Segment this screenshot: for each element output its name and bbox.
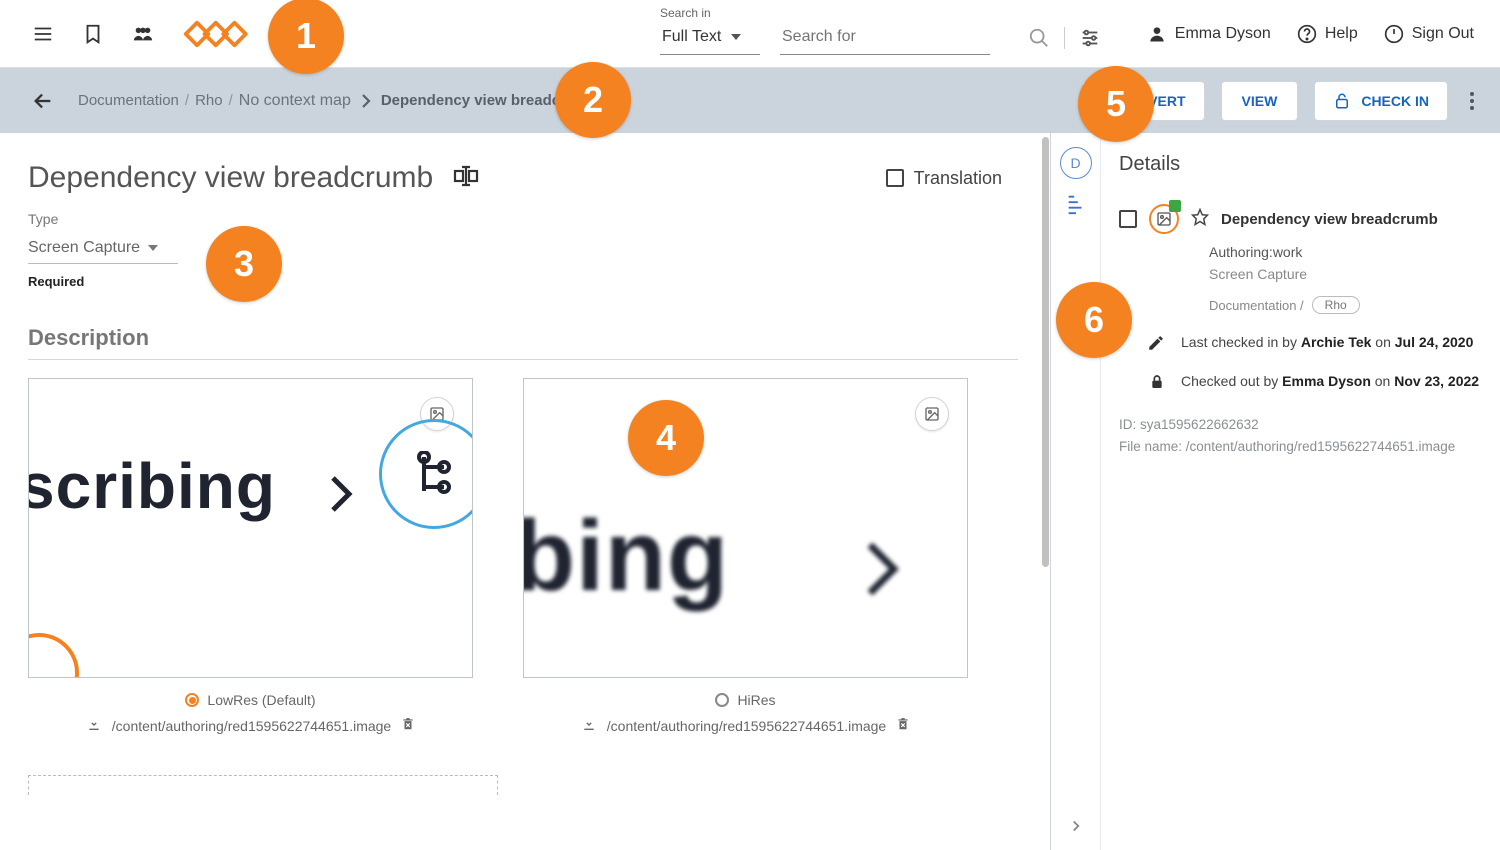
- callout-3: 3: [206, 226, 282, 302]
- main-content: Dependency view breadcrumb Translation T…: [0, 133, 1050, 850]
- image-overlay-icon[interactable]: [915, 397, 949, 431]
- image-thumbnail-hires[interactable]: bing: [523, 378, 968, 678]
- image-variant-card: scribing LowRes (Default): [28, 378, 473, 735]
- details-path-pill[interactable]: Rho: [1312, 296, 1360, 314]
- variant-label: LowRes (Default): [207, 692, 315, 708]
- divider: [1064, 27, 1065, 49]
- download-icon[interactable]: [581, 716, 597, 735]
- top-bar: Search in Full Text Emma Dy: [0, 0, 1500, 68]
- menu-icon[interactable]: [32, 23, 54, 45]
- download-icon[interactable]: [86, 716, 102, 735]
- details-type: Screen Capture: [1209, 266, 1480, 282]
- dropzone[interactable]: [28, 775, 498, 795]
- search-block: Search in Full Text: [660, 6, 1101, 55]
- callout-6: 6: [1056, 282, 1132, 358]
- details-title: Dependency view breadcrumb: [1221, 211, 1438, 228]
- side-rail: D: [1051, 133, 1101, 850]
- details-checkbox[interactable]: [1119, 210, 1137, 228]
- document-type-icon: [1149, 204, 1179, 234]
- side-panel: D Details: [1050, 133, 1500, 850]
- expand-panel-icon[interactable]: [1067, 817, 1085, 840]
- help-button[interactable]: Help: [1297, 24, 1358, 44]
- signout-button[interactable]: Sign Out: [1384, 24, 1474, 44]
- crumb-rho[interactable]: Rho: [195, 92, 223, 109]
- type-label: Type: [28, 211, 58, 227]
- callout-5: 5: [1078, 66, 1154, 142]
- crumb-documentation[interactable]: Documentation: [78, 92, 179, 109]
- lock-badge-icon: [1169, 200, 1181, 212]
- scrollbar[interactable]: [1042, 133, 1050, 850]
- description-heading: Description: [28, 325, 1018, 360]
- search-in-label: Search in: [660, 6, 760, 20]
- details-content: Details Dependency view breadcrumb Autho…: [1101, 133, 1500, 850]
- image-variant-card: bing HiRes /content/authoring/red1595622…: [523, 378, 968, 735]
- callout-4: 4: [628, 400, 704, 476]
- translation-toggle[interactable]: Translation: [886, 168, 1018, 189]
- variant-label: HiRes: [737, 692, 775, 708]
- breadcrumb-strip: Documentation / Rho / No context map Dep…: [0, 68, 1500, 133]
- callout-2: 2: [555, 62, 631, 138]
- callout-1: 1: [268, 0, 344, 74]
- checkin-info: Last checked in by Archie Tek on Jul 24,…: [1181, 332, 1480, 353]
- back-button[interactable]: [32, 90, 54, 112]
- search-input[interactable]: [780, 22, 990, 55]
- required-label: Required: [28, 274, 1018, 289]
- app-logo[interactable]: [182, 18, 272, 50]
- user-menu[interactable]: Emma Dyson: [1147, 24, 1271, 44]
- breadcrumb: Documentation / Rho / No context map Dep…: [78, 92, 598, 110]
- variant-radio-lowres[interactable]: [185, 693, 199, 707]
- more-menu[interactable]: [1464, 86, 1480, 116]
- image-thumbnail-lowres[interactable]: scribing: [28, 378, 473, 678]
- details-filename: File name: /content/authoring/red1595622…: [1119, 436, 1480, 458]
- favorite-icon[interactable]: [1191, 208, 1209, 231]
- people-icon[interactable]: [132, 23, 154, 45]
- lock-icon: [1119, 371, 1165, 391]
- details-status: Authoring:work: [1209, 244, 1480, 260]
- bookmark-icon[interactable]: [82, 23, 104, 45]
- variant-path: /content/authoring/red1595622744651.imag…: [607, 718, 886, 734]
- details-heading: Details: [1119, 153, 1480, 176]
- type-select[interactable]: Screen Capture: [28, 233, 178, 264]
- search-icon[interactable]: [1028, 27, 1050, 49]
- rail-tab-structure[interactable]: [1065, 193, 1087, 220]
- rename-icon[interactable]: [453, 165, 479, 192]
- translation-checkbox[interactable]: [886, 169, 904, 187]
- delete-icon[interactable]: [401, 716, 415, 735]
- delete-icon[interactable]: [896, 716, 910, 735]
- checkin-button[interactable]: CHECK IN: [1314, 81, 1448, 121]
- filter-icon[interactable]: [1079, 27, 1101, 49]
- checkout-info: Checked out by Emma Dyson on Nov 23, 202…: [1181, 371, 1480, 392]
- details-id: ID: sya1595622662632: [1119, 414, 1480, 436]
- view-button[interactable]: VIEW: [1221, 81, 1299, 121]
- search-scope-select[interactable]: Full Text: [660, 22, 760, 55]
- crumb-nocontext[interactable]: No context map: [239, 92, 351, 110]
- variant-path: /content/authoring/red1595622744651.imag…: [112, 718, 391, 734]
- rail-tab-details[interactable]: D: [1060, 147, 1092, 179]
- page-title: Dependency view breadcrumb: [28, 161, 433, 195]
- variant-radio-hires[interactable]: [715, 693, 729, 707]
